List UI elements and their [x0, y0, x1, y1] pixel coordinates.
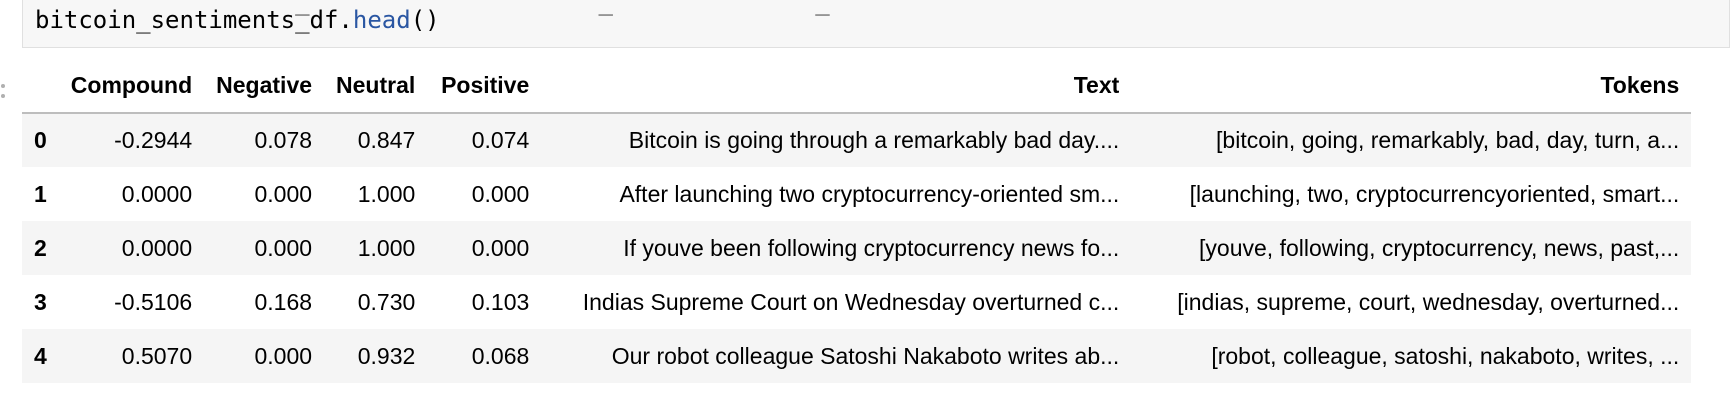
header-row: Compound Negative Neutral Positive Text …	[22, 58, 1692, 114]
header-neutral: Neutral	[324, 58, 428, 114]
table-row: 3 -0.5106 0.168 0.730 0.103 Indias Supre…	[22, 275, 1692, 329]
cell-positive: 0.000	[471, 234, 530, 261]
code-object: bitcoin_sentiments_df.	[35, 6, 353, 34]
code-method: head	[352, 6, 411, 34]
cell-neutral: 1.000	[357, 180, 416, 207]
header-index	[22, 58, 59, 114]
cell-negative: 0.168	[254, 288, 313, 315]
header-tokens: Tokens	[1131, 58, 1692, 114]
cell-positive: 0.103	[471, 288, 530, 315]
cell-compound: -0.2944	[114, 127, 193, 153]
header-negative: Negative	[204, 58, 325, 114]
row-index: 2	[34, 234, 47, 261]
vertical-dots-icon[interactable]	[0, 84, 6, 98]
header-positive: Positive	[427, 58, 542, 114]
cell-compound: -0.5106	[114, 288, 193, 315]
table-row: 2 0.0000 0.000 1.000 0.000 If youve been…	[22, 221, 1692, 275]
cell-tokens: [launching, two, cryptocurrencyoriented,…	[1189, 180, 1680, 207]
cell-tokens: [bitcoin, going, remarkably, bad, day, t…	[1216, 127, 1680, 153]
cell-tokens: [youve, following, cryptocurrency, news,…	[1199, 234, 1680, 261]
cell-neutral: 1.000	[357, 234, 416, 261]
row-index: 4	[34, 342, 47, 369]
cell-text: If youve been following cryptocurrency n…	[623, 234, 1120, 261]
cell-positive: 0.068	[471, 342, 530, 369]
cell-neutral: 0.932	[357, 342, 416, 369]
cell-neutral: 0.730	[357, 288, 416, 315]
cell-positive: 0.000	[471, 180, 530, 207]
cell-output: Compound Negative Neutral Positive Text …	[22, 58, 1710, 383]
cell-compound: 0.0000	[121, 180, 193, 207]
cell-text: Our robot colleague Satoshi Nakaboto wri…	[611, 342, 1120, 369]
dot	[1, 84, 5, 88]
header-text: Text	[541, 58, 1132, 114]
table-row: 1 0.0000 0.000 1.000 0.000 After launchi…	[22, 167, 1692, 221]
cell-negative: 0.000	[254, 180, 313, 207]
row-index: 0	[34, 127, 47, 153]
row-index: 1	[34, 180, 47, 207]
code-line: bitcoin_sentiments_df.head()	[35, 6, 440, 34]
cell-text: After launching two cryptocurrency-orien…	[619, 180, 1120, 207]
cell-positive: 0.074	[471, 127, 530, 153]
cell-negative: 0.000	[254, 234, 313, 261]
dataframe-table: Compound Negative Neutral Positive Text …	[22, 58, 1692, 383]
code-parens: ()	[410, 6, 440, 34]
table-row: 0 -0.2944 0.078 0.847 0.074 Bitcoin is g…	[22, 113, 1692, 167]
cell-text: Bitcoin is going through a remarkably ba…	[628, 127, 1120, 153]
cell-negative: 0.000	[254, 342, 313, 369]
cell-tokens: [robot, colleague, satoshi, nakaboto, wr…	[1211, 342, 1680, 369]
code-cell[interactable]: _ _ _ bitcoin_sentiments_df.head()	[22, 0, 1730, 48]
cell-negative: 0.078	[254, 127, 313, 153]
cell-text: Indias Supreme Court on Wednesday overtu…	[582, 288, 1120, 315]
cell-tokens: [indias, supreme, court, wednesday, over…	[1177, 288, 1680, 315]
dot	[1, 94, 5, 98]
table-row: 4 0.5070 0.000 0.932 0.068 Our robot col…	[22, 329, 1692, 383]
cell-compound: 0.5070	[121, 342, 193, 369]
row-index: 3	[34, 288, 47, 315]
cell-neutral: 0.847	[357, 127, 416, 153]
cell-compound: 0.0000	[121, 234, 193, 261]
header-compound: Compound	[58, 58, 205, 114]
